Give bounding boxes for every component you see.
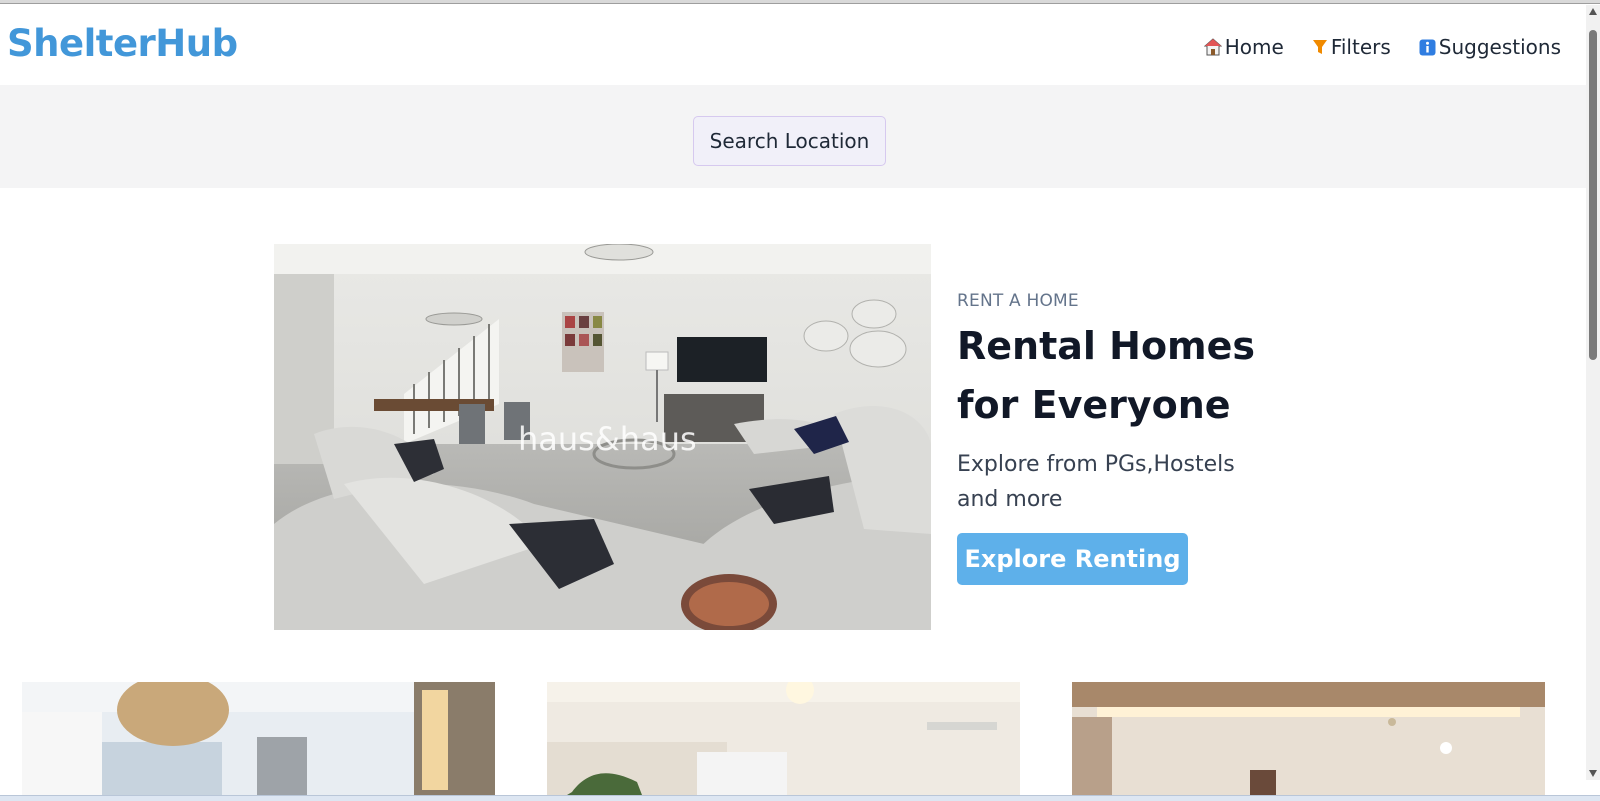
listing-card-image-2[interactable] [547, 682, 1020, 795]
site-header: ShelterHub Home Filters Suggestions [0, 5, 1586, 85]
vertical-scrollbar[interactable] [1586, 5, 1600, 780]
scrollbar-thumb[interactable] [1589, 30, 1597, 360]
search-band: Search Location [0, 85, 1586, 188]
scroll-up-arrow-icon[interactable] [1589, 8, 1597, 15]
hero-text: RENT A HOME Rental Homes for Everyone Ex… [957, 291, 1317, 517]
listing-card-image-3[interactable] [1072, 682, 1545, 795]
svg-text:haus&haus: haus&haus [518, 420, 697, 458]
nav-home[interactable]: Home [1203, 35, 1284, 59]
nav-filters-label: Filters [1330, 35, 1391, 59]
filter-icon [1312, 38, 1328, 56]
info-icon [1419, 39, 1436, 56]
home-icon [1203, 38, 1222, 56]
nav-suggestions[interactable]: Suggestions [1419, 35, 1561, 59]
explore-renting-button[interactable]: Explore Renting [957, 533, 1188, 585]
hero-subtitle: Explore from PGs,Hostels and more [957, 452, 1235, 512]
search-location-button[interactable]: Search Location [693, 116, 886, 166]
hero-eyebrow: RENT A HOME [957, 291, 1079, 311]
scroll-down-arrow-icon[interactable] [1589, 770, 1597, 777]
nav-suggestions-label: Suggestions [1438, 35, 1561, 59]
nav-home-label: Home [1224, 35, 1284, 59]
nav-filters[interactable]: Filters [1312, 35, 1391, 59]
hero-title: Rental Homes for Everyone [957, 324, 1256, 427]
window-bottom-edge [0, 795, 1600, 801]
window-top-edge [0, 0, 1600, 4]
page: ShelterHub Home Filters Suggestions Sear… [0, 5, 1586, 795]
site-logo[interactable]: ShelterHub [7, 22, 238, 65]
listing-card-image-1[interactable] [22, 682, 495, 795]
main-nav: Home Filters Suggestions [1203, 35, 1561, 59]
hero-image: haus&haus [274, 244, 931, 630]
